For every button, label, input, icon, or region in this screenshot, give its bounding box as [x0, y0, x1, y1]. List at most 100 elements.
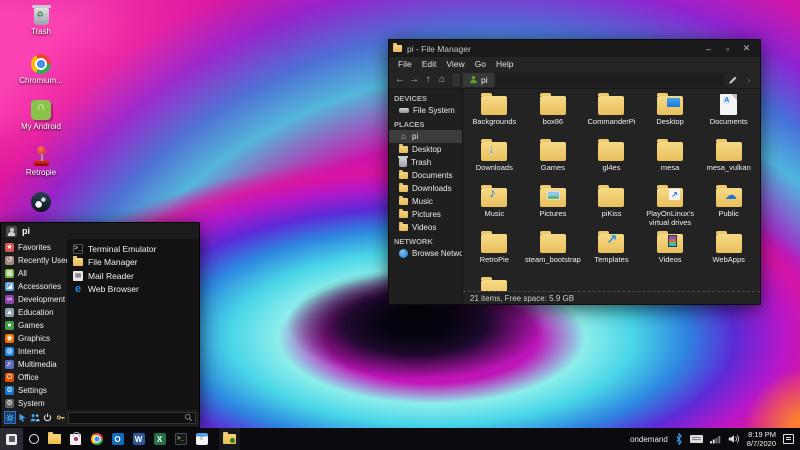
sidebar-item-file-system[interactable]: File System	[389, 104, 462, 117]
menu-search[interactable]	[68, 412, 196, 424]
home-button[interactable]: ⌂	[435, 74, 449, 85]
category-settings[interactable]: ⚙Settings	[1, 384, 67, 397]
app-file-manager[interactable]: File Manager	[67, 256, 199, 270]
category-multimedia[interactable]: ♬Multimedia	[1, 358, 67, 371]
chevron-right-icon[interactable]: ›	[742, 73, 756, 87]
titlebar[interactable]: pi - File Manager – ▫ ✕	[389, 40, 760, 57]
file-item-commanderpi[interactable]: CommanderPi	[582, 93, 641, 139]
category-label: Office	[18, 373, 39, 382]
file-item-music[interactable]: ♪Music	[465, 185, 524, 231]
category-system[interactable]: ⚙System	[1, 397, 67, 410]
app-terminal-emulator[interactable]: >_Terminal Emulator	[67, 242, 199, 256]
power-button[interactable]	[42, 411, 54, 424]
minimize-button[interactable]: –	[699, 44, 718, 54]
sidebar-item-trash[interactable]: Trash	[389, 156, 462, 169]
taskbar-terminal-button[interactable]: >_	[170, 428, 191, 450]
desktop-icon-trash[interactable]: Trash	[10, 8, 72, 54]
sidebar-item-browse-network[interactable]: Browse Network	[389, 247, 462, 260]
keyboard-icon[interactable]	[690, 435, 703, 443]
back-button[interactable]: ←	[393, 74, 407, 85]
app-web-browser[interactable]: eWeb Browser	[67, 283, 199, 297]
file-item-mesa[interactable]: mesa	[641, 139, 700, 185]
category-favorites[interactable]: ★Favorites	[1, 241, 67, 254]
path-segment-pi[interactable]: pi	[463, 73, 494, 87]
sidebar-item-pictures[interactable]: Pictures	[389, 208, 462, 221]
taskbar-outlook-button[interactable]: O	[107, 428, 128, 450]
file-item-pikiss[interactable]: piKiss	[582, 185, 641, 231]
close-button[interactable]: ✕	[737, 43, 756, 54]
taskbar-search-circle-button[interactable]	[23, 428, 44, 450]
taskbar-running-file-manager[interactable]	[219, 428, 240, 450]
file-item-public[interactable]: ☁Public	[699, 185, 758, 231]
menu-file[interactable]: File	[393, 59, 417, 69]
edit-path-icon[interactable]	[726, 73, 740, 87]
category-development[interactable]: ∞Development	[1, 293, 67, 306]
sidebar-item-desktop[interactable]: Desktop	[389, 143, 462, 156]
volume-icon[interactable]	[728, 434, 740, 444]
taskbar-clock[interactable]: 8:19 PM8/7/2020	[747, 430, 776, 448]
category-accessories[interactable]: ◪Accessories	[1, 280, 67, 293]
file-item-mesa-vulkan[interactable]: mesa_vulkan	[699, 139, 758, 185]
category-recently-used[interactable]: ↺Recently Used	[1, 254, 67, 267]
category-graphics[interactable]: ◉Graphics	[1, 332, 67, 345]
desktop-icon-retropie[interactable]: Retropie	[10, 146, 72, 192]
sidebar-item-pi[interactable]: ⌂pi	[389, 130, 462, 143]
menu-search-input[interactable]	[72, 413, 184, 423]
file-item-desktop[interactable]: Desktop	[641, 93, 700, 139]
file-item-pictures[interactable]: Pictures	[524, 185, 583, 231]
menu-help[interactable]: Help	[491, 59, 518, 69]
key-button[interactable]	[55, 411, 67, 424]
file-item-webapps[interactable]: WebApps	[699, 231, 758, 277]
file-item-partial[interactable]	[465, 277, 524, 291]
notification-center-icon[interactable]	[783, 434, 794, 444]
taskbar-file-explorer-button[interactable]	[44, 428, 65, 450]
category-internet[interactable]: ◍Internet	[1, 345, 67, 358]
menu-go[interactable]: Go	[470, 59, 491, 69]
taskbar-chromium-button[interactable]	[86, 428, 107, 450]
pointer-button[interactable]	[17, 411, 29, 424]
sidebar-section-network: NETWORK	[389, 234, 462, 247]
category-games[interactable]: ●Games	[1, 319, 67, 332]
taskbar-notes-button[interactable]: ≡	[191, 428, 212, 450]
file-item-steam-bootstrap[interactable]: steam_bootstrap	[524, 231, 583, 277]
file-item-playonlinux-s-virtual-drives[interactable]: ↗PlayOnLinux's virtual drives	[641, 185, 700, 231]
desktop-icon-chromium[interactable]: Chromium...	[10, 54, 72, 100]
sidebar-item-music[interactable]: Music	[389, 195, 462, 208]
users-button[interactable]	[30, 411, 42, 424]
bluetooth-icon[interactable]	[675, 433, 683, 445]
app-mail-reader[interactable]: ✉Mail Reader	[67, 269, 199, 283]
terminal-icon: >_	[73, 244, 83, 254]
file-item-games[interactable]: Games	[524, 139, 583, 185]
sidebar-item-documents[interactable]: Documents	[389, 169, 462, 182]
user-avatar-icon	[6, 226, 17, 237]
desktop-icon-my-android[interactable]: My Android	[10, 100, 72, 146]
taskbar-start-button[interactable]	[0, 428, 23, 450]
category-office[interactable]: OOffice	[1, 371, 67, 384]
pathbar-toggle[interactable]	[453, 74, 459, 86]
menu-edit[interactable]: Edit	[417, 59, 442, 69]
file-label: Downloads	[476, 163, 513, 172]
file-item-videos[interactable]: Videos	[641, 231, 700, 277]
file-item-gl4es[interactable]: gl4es	[582, 139, 641, 185]
file-item-backgrounds[interactable]: Backgrounds	[465, 93, 524, 139]
taskbar-excel-button[interactable]: X	[149, 428, 170, 450]
network-icon[interactable]	[710, 435, 721, 444]
up-button[interactable]: ↑	[421, 74, 435, 85]
file-item-templates[interactable]: ↗Templates	[582, 231, 641, 277]
sidebar-item-videos[interactable]: Videos	[389, 221, 462, 234]
file-item-documents[interactable]: Documents	[699, 93, 758, 139]
forward-button[interactable]: →	[407, 74, 421, 85]
settings-button[interactable]	[4, 411, 16, 424]
file-item-downloads[interactable]: ↓Downloads	[465, 139, 524, 185]
sidebar-item-downloads[interactable]: Downloads	[389, 182, 462, 195]
taskbar-store-button[interactable]	[65, 428, 86, 450]
category-education[interactable]: ▲Education	[1, 306, 67, 319]
file-item-box86[interactable]: box86	[524, 93, 583, 139]
category-all[interactable]: ▦All	[1, 267, 67, 280]
taskbar-word-button[interactable]: W	[128, 428, 149, 450]
maximize-button[interactable]: ▫	[718, 44, 737, 54]
folder-icon	[481, 96, 507, 115]
file-item-retropie[interactable]: RetroPie	[465, 231, 524, 277]
path-bar[interactable]	[496, 73, 724, 87]
menu-view[interactable]: View	[441, 59, 469, 69]
